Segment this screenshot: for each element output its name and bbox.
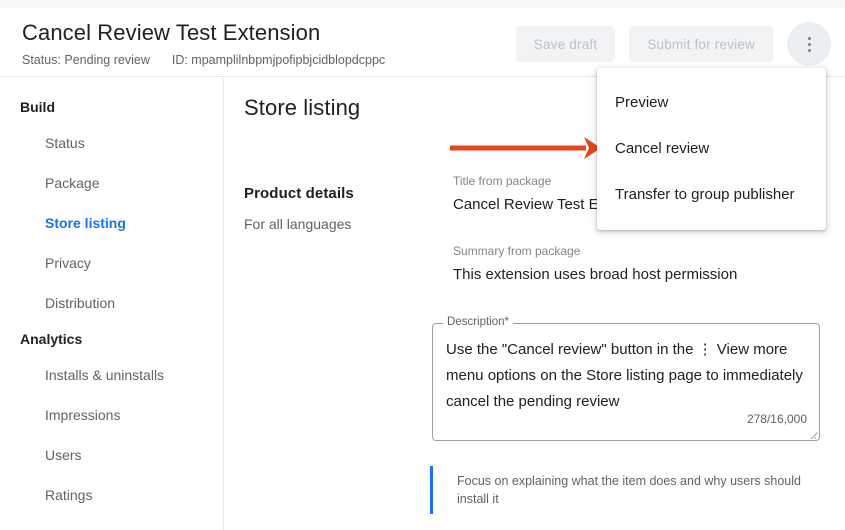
- three-dots-vertical-icon-dot2: [808, 43, 811, 46]
- page-title: Cancel Review Test Extension: [22, 19, 385, 47]
- description-hint: Focus on explaining what the item does a…: [430, 466, 830, 514]
- summary-from-package-label: Summary from package: [453, 243, 845, 259]
- description-value[interactable]: Use the "Cancel review" button in the ⋮ …: [446, 337, 806, 415]
- three-dots-vertical-icon-dot3: [808, 49, 811, 52]
- product-details-heading: Product details: [244, 185, 354, 202]
- view-more-menu-button[interactable]: [787, 22, 831, 66]
- header-meta-row: Status: Pending review ID: mpamplilnbpmj…: [22, 52, 385, 68]
- sidebar-item-installs-uninstalls[interactable]: Installs & uninstalls: [0, 355, 223, 395]
- app-screen: Cancel Review Test Extension Status: Pen…: [0, 0, 845, 530]
- status-text: Status: Pending review: [22, 52, 150, 68]
- page-header: Cancel Review Test Extension Status: Pen…: [0, 8, 845, 77]
- menu-item-transfer-to-group-publisher[interactable]: Transfer to group publisher: [597, 172, 826, 218]
- resize-handle-icon[interactable]: [809, 430, 818, 439]
- sidebar-item-package[interactable]: Package: [0, 163, 223, 203]
- description-char-counter: 278/16,000: [747, 412, 807, 426]
- sidebar-item-privacy[interactable]: Privacy: [0, 243, 223, 283]
- menu-item-cancel-review[interactable]: Cancel review: [597, 126, 826, 172]
- sidebar-item-store-listing[interactable]: Store listing: [0, 203, 223, 243]
- extension-id-text: ID: mpamplilnbpmjpofipbjcidblopdcppc: [172, 52, 385, 68]
- sidebar-group-analytics: Analytics: [0, 323, 223, 355]
- sidebar-group-build: Build: [0, 91, 223, 123]
- sidebar-item-ratings[interactable]: Ratings: [0, 475, 223, 515]
- description-field[interactable]: Description* Use the "Cancel review" but…: [432, 323, 820, 441]
- description-hint-text: Focus on explaining what the item does a…: [457, 472, 830, 508]
- summary-from-package-field: Summary from package This extension uses…: [453, 243, 845, 287]
- three-dots-vertical-icon: [808, 37, 811, 40]
- browser-chrome-strip: [0, 0, 845, 8]
- sidebar-item-users[interactable]: Users: [0, 435, 223, 475]
- submit-for-review-button[interactable]: Submit for review: [629, 26, 773, 62]
- menu-item-preview[interactable]: Preview: [597, 80, 826, 126]
- sidebar-item-impressions[interactable]: Impressions: [0, 395, 223, 435]
- summary-from-package-value: This extension uses broad host permissio…: [453, 263, 845, 287]
- sidebar-item-distribution[interactable]: Distribution: [0, 283, 223, 323]
- header-title-block: Cancel Review Test Extension Status: Pen…: [22, 19, 385, 68]
- description-label: Description*: [443, 315, 513, 329]
- red-arrow-right-icon: [448, 133, 604, 163]
- view-more-dropdown-menu: Preview Cancel review Transfer to group …: [597, 68, 826, 230]
- save-draft-button[interactable]: Save draft: [516, 26, 616, 62]
- sidebar: Build Status Package Store listing Priva…: [0, 78, 224, 530]
- sidebar-item-status[interactable]: Status: [0, 123, 223, 163]
- header-actions: Save draft Submit for review: [516, 22, 831, 66]
- main-page-heading: Store listing: [244, 95, 360, 121]
- product-details-subtext: For all languages: [244, 216, 351, 232]
